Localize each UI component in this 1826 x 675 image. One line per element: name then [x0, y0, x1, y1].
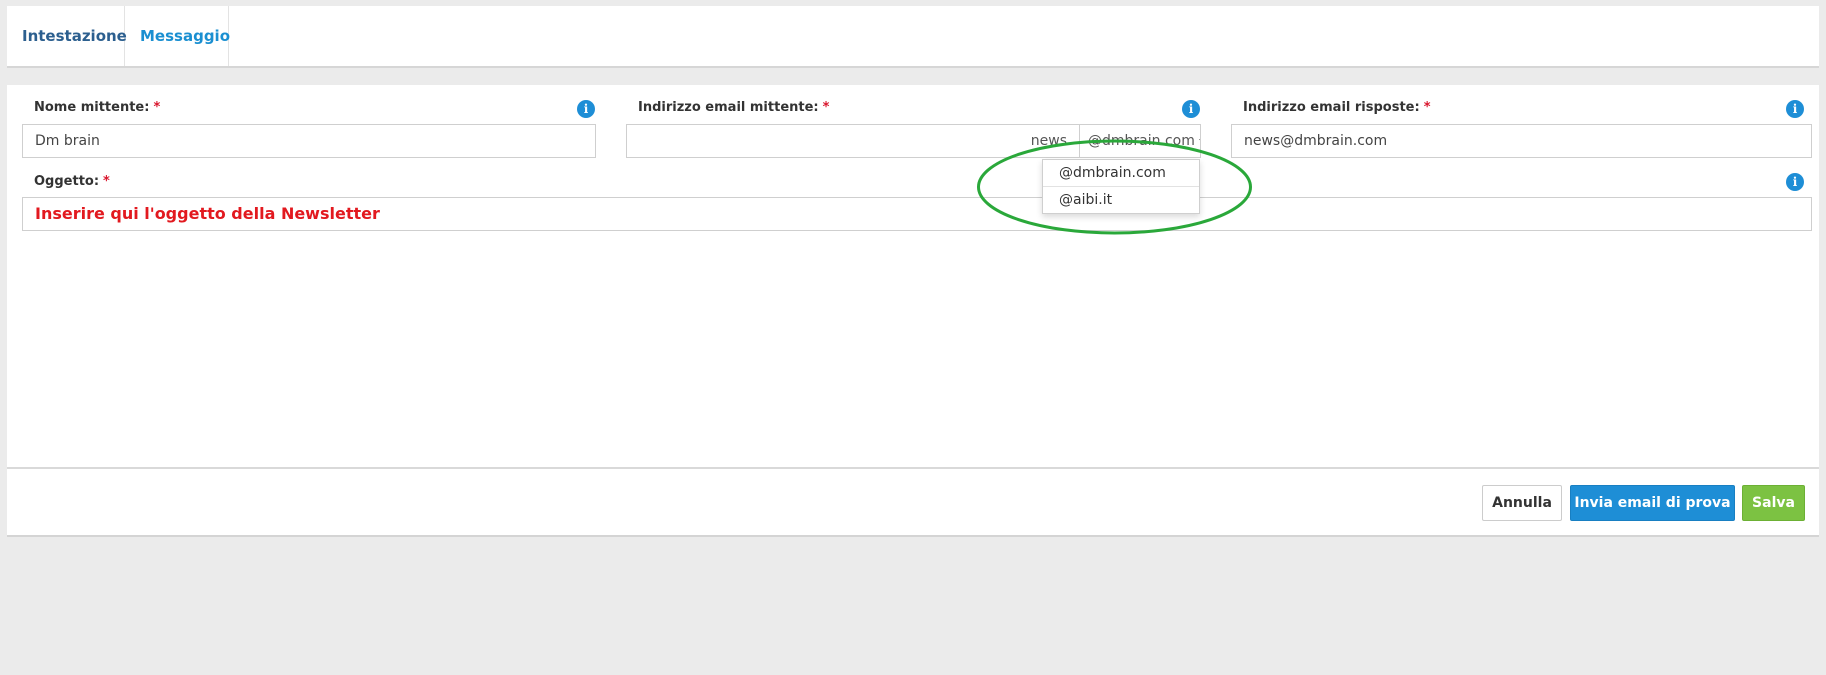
sender-email-local-part[interactable]: news — [627, 125, 1067, 157]
required-mark: * — [103, 174, 110, 189]
info-icon[interactable]: i — [1786, 173, 1804, 191]
tab-bar: Intestazione Messaggio — [7, 6, 1819, 68]
sender-email-label: Indirizzo email mittente: * — [638, 100, 829, 115]
sender-name-label: Nome mittente: * — [34, 100, 160, 115]
sender-email-input-group: news @dmbrain.com — [626, 124, 1201, 158]
subject-label: Oggetto: * — [34, 174, 110, 189]
tab-intestazione[interactable]: Intestazione — [7, 6, 127, 66]
subject-input[interactable]: Inserire qui l'oggetto della Newsletter — [22, 197, 1812, 231]
domain-select-value: @dmbrain.com — [1088, 133, 1195, 149]
required-mark: * — [1423, 100, 1431, 115]
domain-option-dmbrain[interactable]: @dmbrain.com — [1043, 160, 1199, 186]
subject-label-text: Oggetto: — [34, 174, 100, 189]
info-icon[interactable]: i — [577, 100, 595, 118]
tab-messaggio[interactable]: Messaggio — [125, 6, 230, 66]
sender-email-label-text: Indirizzo email mittente: — [638, 100, 819, 115]
sender-name-label-text: Nome mittente: — [34, 100, 150, 115]
cancel-button[interactable]: Annulla — [1482, 485, 1562, 521]
chevron-down-icon — [1198, 138, 1200, 144]
reply-email-label-text: Indirizzo email risposte: — [1243, 100, 1420, 115]
domain-select[interactable]: @dmbrain.com — [1079, 125, 1200, 157]
footer-divider — [7, 467, 1819, 469]
domain-option-aibi[interactable]: @aibi.it — [1043, 186, 1199, 213]
info-icon[interactable]: i — [1786, 100, 1804, 118]
reply-email-label: Indirizzo email risposte: * — [1243, 100, 1431, 115]
form-panel: Nome mittente: * i Dm brain Indirizzo ema… — [7, 85, 1819, 537]
domain-dropdown-menu: @dmbrain.com @aibi.it — [1042, 159, 1200, 214]
sender-name-input[interactable]: Dm brain — [22, 124, 596, 158]
reply-email-input[interactable]: news@dmbrain.com — [1231, 124, 1812, 158]
required-mark: * — [822, 100, 830, 115]
info-icon[interactable]: i — [1182, 100, 1200, 118]
send-test-email-button[interactable]: Invia email di prova — [1570, 485, 1735, 521]
save-button[interactable]: Salva — [1742, 485, 1805, 521]
required-mark: * — [153, 100, 161, 115]
